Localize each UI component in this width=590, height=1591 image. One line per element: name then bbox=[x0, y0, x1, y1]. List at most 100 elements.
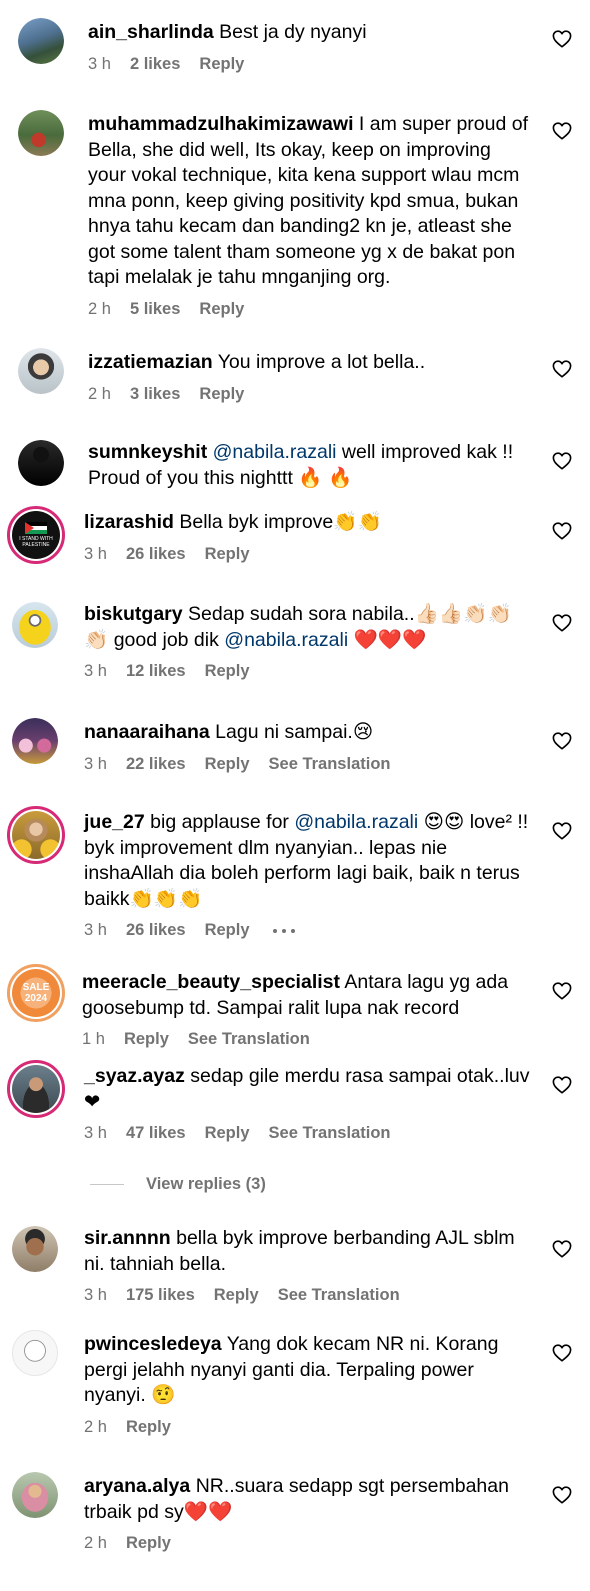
avatar[interactable] bbox=[18, 110, 64, 156]
comment-time: 2 h bbox=[88, 299, 111, 318]
avatar[interactable] bbox=[12, 1472, 58, 1518]
comment-meta: 2 h 3 likes Reply bbox=[88, 385, 530, 404]
comment-likes[interactable]: 2 likes bbox=[130, 55, 180, 74]
comment-likes[interactable]: 26 likes bbox=[126, 921, 186, 940]
comment-username[interactable]: izzatiemazian bbox=[88, 351, 213, 373]
comment-time: 1 h bbox=[82, 1030, 105, 1048]
reply-button[interactable]: Reply bbox=[199, 385, 244, 404]
avatar[interactable] bbox=[7, 806, 65, 864]
comment-body: sumnkeyshit @nabila.razali well improved… bbox=[88, 440, 530, 491]
comment-mention[interactable]: @nabila.razali bbox=[213, 441, 337, 463]
comment-meta: 3 h 22 likes Reply See Translation bbox=[84, 755, 530, 774]
comment-mention[interactable]: @nabila.razali bbox=[224, 629, 348, 651]
view-replies-button[interactable]: View replies (3) bbox=[146, 1175, 266, 1194]
reply-button[interactable]: Reply bbox=[205, 1124, 250, 1143]
avatar-image bbox=[18, 440, 64, 486]
comment-content: I am super proud of Bella, she did well,… bbox=[88, 113, 529, 288]
comment-content: You improve a lot bella.. bbox=[217, 351, 426, 373]
reply-button[interactable]: Reply bbox=[126, 1418, 171, 1437]
comment-username[interactable]: lizarashid bbox=[84, 511, 174, 533]
avatar-image bbox=[12, 1472, 58, 1518]
like-heart-icon[interactable] bbox=[552, 1240, 572, 1258]
comment-likes[interactable]: 12 likes bbox=[126, 662, 186, 681]
comment-body: muhammadzulhakimizawawi I am super proud… bbox=[88, 112, 530, 319]
reply-button[interactable]: Reply bbox=[205, 662, 250, 681]
avatar[interactable]: SALE 2024 bbox=[7, 964, 65, 1022]
avatar[interactable] bbox=[18, 348, 64, 394]
comment-time: 3 h bbox=[88, 54, 111, 73]
see-translation-button[interactable]: See Translation bbox=[278, 1286, 400, 1305]
comment-username[interactable]: pwincesledeya bbox=[84, 1333, 222, 1355]
avatar[interactable] bbox=[12, 602, 58, 648]
view-replies-row[interactable]: View replies (3) bbox=[90, 1175, 266, 1194]
avatar[interactable]: I STAND WITH PALESTINE bbox=[7, 506, 65, 564]
comment-likes[interactable]: 22 likes bbox=[126, 755, 186, 774]
avatar-image bbox=[18, 18, 64, 64]
avatar[interactable] bbox=[18, 18, 64, 64]
avatar[interactable] bbox=[12, 718, 58, 764]
comment-username[interactable]: biskutgary bbox=[84, 603, 183, 625]
reply-button[interactable]: Reply bbox=[205, 755, 250, 774]
comment-text: ain_sharlinda Best ja dy nyanyi bbox=[88, 20, 530, 46]
comment-username[interactable]: sumnkeyshit bbox=[88, 441, 207, 463]
comment-body: ain_sharlinda Best ja dy nyanyi 3 h 2 li… bbox=[88, 20, 530, 74]
reply-button[interactable]: Reply bbox=[124, 1030, 169, 1049]
avatar-image: I STAND WITH PALESTINE bbox=[12, 511, 60, 559]
more-options-icon[interactable] bbox=[272, 928, 295, 933]
like-heart-icon[interactable] bbox=[552, 30, 572, 48]
comment-time: 2 h bbox=[88, 384, 111, 403]
comment-body: _syaz.ayaz sedap gile merdu rasa sampai … bbox=[84, 1064, 530, 1143]
reply-button[interactable]: Reply bbox=[199, 300, 244, 319]
comment-username[interactable]: sir.annnn bbox=[84, 1227, 171, 1249]
like-heart-icon[interactable] bbox=[552, 1344, 572, 1362]
avatar[interactable] bbox=[12, 1226, 58, 1272]
avatar[interactable] bbox=[12, 1330, 58, 1376]
comment-username[interactable]: _syaz.ayaz bbox=[84, 1065, 185, 1087]
comment-likes[interactable]: 26 likes bbox=[126, 545, 186, 564]
comment-item: I STAND WITH PALESTINE lizarashid Bella … bbox=[0, 504, 590, 584]
comment-likes[interactable]: 47 likes bbox=[126, 1124, 186, 1143]
comment-username[interactable]: nanaaraihana bbox=[84, 721, 210, 743]
see-translation-button[interactable]: See Translation bbox=[188, 1030, 310, 1049]
like-heart-icon[interactable] bbox=[552, 452, 572, 470]
comment-time: 3 h bbox=[84, 921, 107, 939]
comment-username[interactable]: jue_27 bbox=[84, 811, 145, 833]
avatar-image bbox=[12, 1065, 60, 1113]
see-translation-button[interactable]: See Translation bbox=[269, 1124, 391, 1143]
comment-time: 3 h bbox=[84, 544, 107, 563]
comment-username[interactable]: meeracle_beauty_specialist bbox=[82, 971, 340, 993]
reply-button[interactable]: Reply bbox=[199, 55, 244, 74]
avatar-image bbox=[18, 348, 64, 394]
like-heart-icon[interactable] bbox=[552, 1076, 572, 1094]
avatar[interactable] bbox=[7, 1060, 65, 1118]
comment-body: meeracle_beauty_specialist Antara lagu y… bbox=[82, 970, 530, 1049]
like-heart-icon[interactable] bbox=[552, 360, 572, 378]
reply-button[interactable]: Reply bbox=[126, 1534, 171, 1553]
like-heart-icon[interactable] bbox=[552, 732, 572, 750]
like-heart-icon[interactable] bbox=[552, 822, 572, 840]
comment-text: meeracle_beauty_specialist Antara lagu y… bbox=[82, 970, 530, 1021]
like-heart-icon[interactable] bbox=[552, 614, 572, 632]
comment-likes[interactable]: 5 likes bbox=[130, 300, 180, 319]
comment-likes[interactable]: 175 likes bbox=[126, 1286, 195, 1305]
comment-username[interactable]: aryana.alya bbox=[84, 1475, 190, 1497]
like-heart-icon[interactable] bbox=[552, 122, 572, 140]
reply-button[interactable]: Reply bbox=[205, 921, 250, 940]
avatar[interactable] bbox=[18, 440, 64, 486]
like-heart-icon[interactable] bbox=[552, 522, 572, 540]
comment-likes[interactable]: 3 likes bbox=[130, 385, 180, 404]
like-heart-icon[interactable] bbox=[552, 1486, 572, 1504]
comment-time: 3 h bbox=[84, 662, 107, 680]
comment-mention[interactable]: @nabila.razali bbox=[294, 811, 418, 833]
comment-meta: 3 h 26 likes Reply bbox=[84, 545, 530, 564]
comment-username[interactable]: ain_sharlinda bbox=[88, 21, 214, 43]
comment-username[interactable]: muhammadzulhakimizawawi bbox=[88, 113, 354, 135]
comment-text: aryana.alya NR..suara sedapp sgt persemb… bbox=[84, 1474, 530, 1525]
comment-text: sumnkeyshit @nabila.razali well improved… bbox=[88, 440, 530, 491]
comment-time: 3 h bbox=[84, 1124, 107, 1142]
see-translation-button[interactable]: See Translation bbox=[269, 755, 391, 774]
like-heart-icon[interactable] bbox=[552, 982, 572, 1000]
reply-button[interactable]: Reply bbox=[214, 1286, 259, 1305]
reply-button[interactable]: Reply bbox=[205, 545, 250, 564]
comment-content: Lagu ni sampai.😢 bbox=[215, 721, 374, 743]
